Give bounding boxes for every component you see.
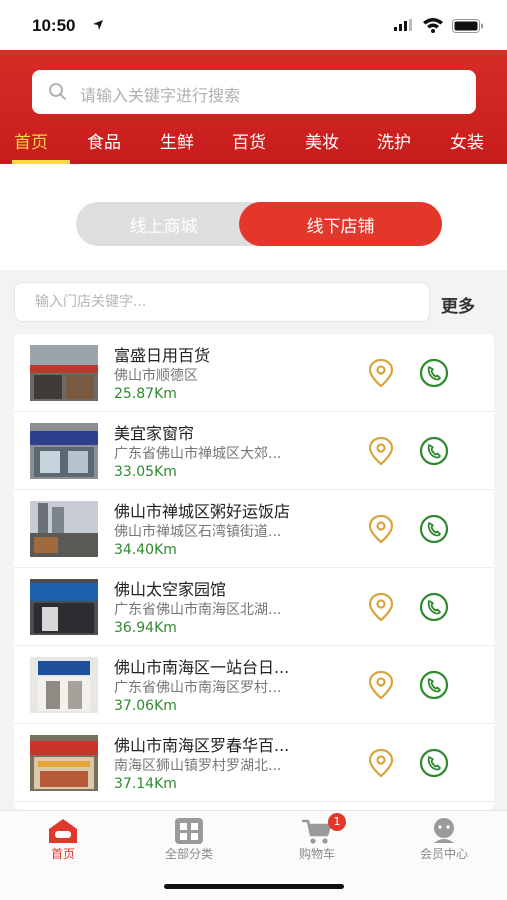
tab-home-label: 首页: [50, 847, 75, 861]
store-item[interactable]: 美宜家窗帘 广东省佛山市禅城区大郊... 33.05Km: [14, 412, 494, 490]
store-name: 佛山市禅城区粥好运饭店: [114, 502, 291, 521]
tab-all-categories-label: 全部分类: [164, 847, 213, 861]
store-distance: 34.40Km: [114, 542, 177, 558]
phone-icon[interactable]: [418, 592, 450, 622]
store-search-input[interactable]: [15, 283, 429, 321]
store-item[interactable]: 佛山市禅城区粥好运饭店 佛山市禅城区石湾镇街道... 34.40Km: [14, 490, 494, 568]
category-tab-personal-care[interactable]: 洗护: [377, 128, 411, 153]
map-pin-icon[interactable]: [368, 748, 394, 778]
store-distance: 33.05Km: [114, 464, 177, 480]
category-tabs: 首页 食品 生鲜 百货 美妆 洗护 女装: [0, 128, 507, 160]
store-name: 美宜家窗帘: [114, 424, 195, 443]
phone-icon[interactable]: [418, 748, 450, 778]
store-address: 广东省佛山市南海区罗村...: [114, 680, 282, 696]
store-search-field[interactable]: [14, 282, 430, 322]
store-address: 南海区狮山镇罗村罗湖北...: [114, 758, 282, 774]
user-icon: [434, 818, 454, 843]
store-distance: 25.87Km: [114, 386, 177, 402]
map-pin-icon[interactable]: [368, 670, 394, 700]
cellular-signal-icon: [394, 19, 412, 31]
offline-store-tab[interactable]: 线下店铺: [239, 202, 442, 246]
phone-icon[interactable]: [418, 514, 450, 544]
store-item[interactable]: 富盛日用百货 佛山市顺德区 25.87Km: [14, 334, 494, 412]
store-name: 佛山太空家园馆: [114, 580, 227, 599]
store-item[interactable]: 佛山太空家园馆 广东省佛山市南海区北湖... 36.94Km: [14, 568, 494, 646]
store-name: 富盛日用百货: [114, 346, 211, 365]
store-distance: 37.06Km: [114, 698, 177, 714]
wifi-icon: [423, 18, 443, 33]
store-address: 佛山市禅城区石湾镇街道...: [114, 524, 282, 540]
category-tab-food[interactable]: 食品: [87, 128, 121, 153]
phone-icon[interactable]: [418, 436, 450, 466]
store-list: 富盛日用百货 佛山市顺德区 25.87Km 美宜家窗帘 广东省佛山市禅城区大郊.…: [14, 334, 494, 810]
header: 请输入关键字进行搜索 首页 食品 生鲜 百货 美妆 洗护 女装: [0, 50, 507, 164]
more-link[interactable]: 更多: [441, 292, 475, 317]
store-address: 广东省佛山市南海区北湖...: [114, 602, 282, 618]
store-photo: [30, 423, 98, 479]
store-address: 广东省佛山市禅城区大郊...: [114, 446, 282, 462]
category-tab-home[interactable]: 首页: [14, 128, 48, 153]
location-arrow-icon: [93, 20, 103, 30]
category-tab-general[interactable]: 百货: [232, 128, 266, 153]
cart-badge: 1: [328, 813, 346, 831]
store-photo: [30, 501, 98, 557]
tab-member-center-label: 会员中心: [419, 847, 468, 861]
status-time: 10:50: [32, 16, 76, 35]
map-pin-icon[interactable]: [368, 436, 394, 466]
category-tab-beauty[interactable]: 美妆: [305, 128, 339, 153]
store-photo: [30, 735, 98, 791]
status-bar: 10:50: [0, 0, 507, 50]
store-mode-section: 线上商城 线下店铺: [0, 164, 507, 270]
store-distance: 36.94Km: [114, 620, 177, 636]
search-placeholder: 请输入关键字进行搜索: [80, 86, 241, 105]
store-photo: [30, 579, 98, 635]
map-pin-icon[interactable]: [368, 514, 394, 544]
store-mode-toggle: 线上商城 线下店铺: [76, 202, 442, 246]
store-item[interactable]: 佛山市南海区一站台日... 广东省佛山市南海区罗村... 37.06Km: [14, 646, 494, 724]
battery-icon: [452, 19, 483, 33]
category-tab-womenswear[interactable]: 女装: [450, 128, 484, 153]
store-photo: [30, 657, 98, 713]
home-icon: [49, 819, 77, 843]
category-tab-fresh[interactable]: 生鲜: [160, 128, 194, 153]
home-indicator: [164, 884, 344, 889]
tab-cart-label: 购物车: [298, 847, 335, 861]
search-bar[interactable]: 请输入关键字进行搜索: [32, 70, 476, 114]
search-icon: [49, 83, 66, 100]
map-pin-icon[interactable]: [368, 358, 394, 388]
online-mall-tab[interactable]: 线上商城: [76, 202, 251, 246]
store-name: 佛山市南海区罗春华百...: [114, 736, 290, 755]
phone-icon[interactable]: [418, 358, 450, 388]
grid-icon: [175, 818, 203, 844]
store-address: 佛山市顺德区: [114, 368, 198, 384]
store-item[interactable]: 佛山市南海区罗春华百... 南海区狮山镇罗村罗湖北... 37.14Km: [14, 724, 494, 802]
map-pin-icon[interactable]: [368, 592, 394, 622]
store-distance: 37.14Km: [114, 776, 177, 792]
store-name: 佛山市南海区一站台日...: [114, 658, 290, 677]
store-photo: [30, 345, 98, 401]
phone-icon[interactable]: [418, 670, 450, 700]
